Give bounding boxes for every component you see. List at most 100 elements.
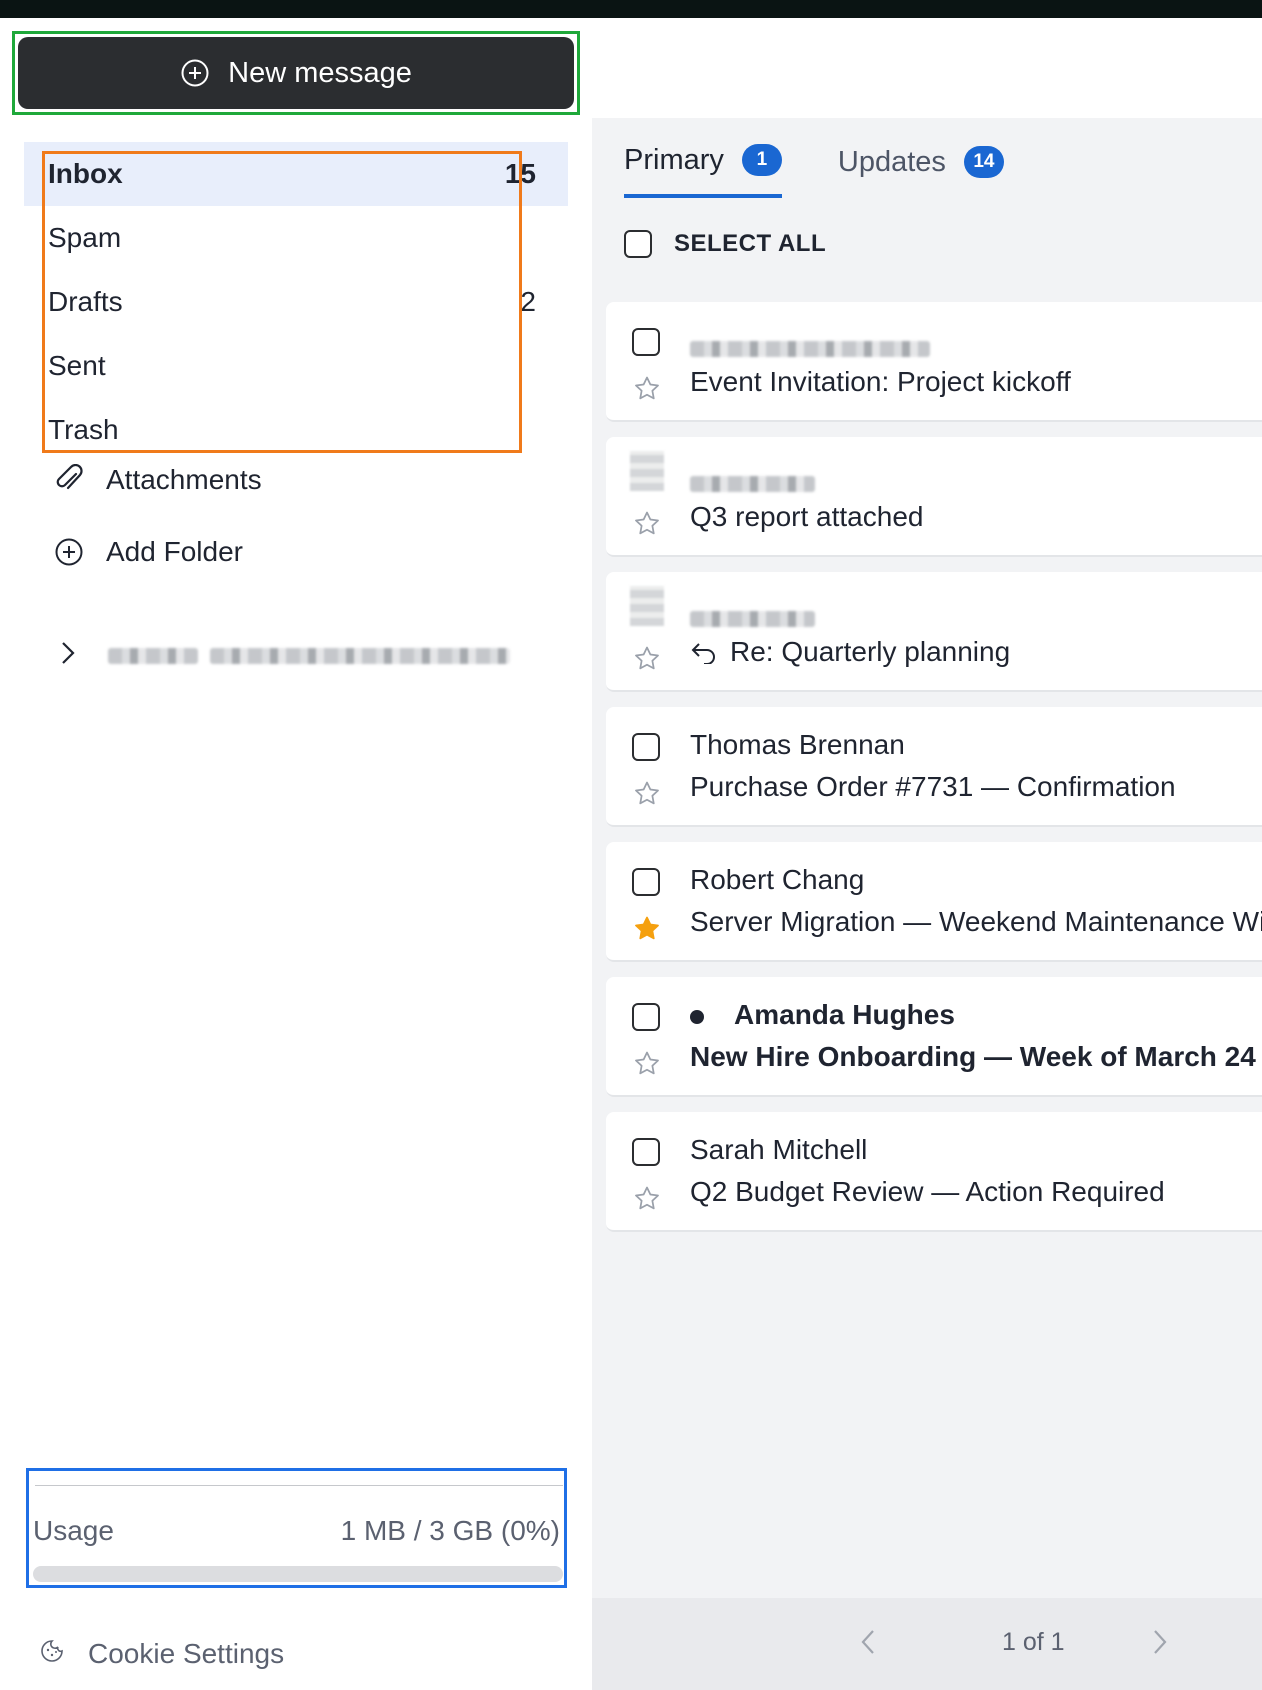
usage-panel: Usage 1 MB / 3 GB (0%) bbox=[26, 1468, 567, 1588]
new-message-label: New message bbox=[228, 56, 412, 89]
folder-label: Spam bbox=[48, 222, 122, 253]
subject-text: Server Migration — Weekend Maintenance W… bbox=[690, 906, 1262, 937]
folder-sent[interactable]: Sent bbox=[24, 334, 568, 398]
message-row[interactable]: Event Invitation: Project kickoff bbox=[606, 302, 1262, 422]
folder-spam[interactable]: Spam bbox=[24, 206, 568, 270]
message-checkbox[interactable] bbox=[632, 733, 660, 761]
chevron-right-icon[interactable] bbox=[60, 640, 76, 671]
select-all-checkbox[interactable] bbox=[624, 230, 652, 258]
tab-primary[interactable]: Primary 1 bbox=[624, 140, 782, 198]
star-icon[interactable] bbox=[632, 914, 662, 949]
message-sender-redacted bbox=[690, 602, 815, 634]
star-icon[interactable] bbox=[632, 1184, 662, 1219]
sender-name: Robert Chang bbox=[690, 864, 865, 895]
folder-inbox[interactable]: Inbox 15 bbox=[24, 142, 568, 206]
subject-text: Purchase Order #7731 — Confirmation bbox=[690, 771, 1176, 802]
tab-label: Primary bbox=[624, 143, 724, 176]
message-subject: Purchase Order #7731 — Confirmation bbox=[690, 771, 1176, 803]
message-checkbox[interactable] bbox=[632, 868, 660, 896]
select-all[interactable]: SELECT ALL bbox=[624, 230, 826, 258]
message-sender-redacted bbox=[690, 332, 930, 364]
message-sender: Sarah Mitchell bbox=[690, 1134, 867, 1166]
tab-count-badge: 1 bbox=[741, 144, 782, 176]
folder-label: Sent bbox=[48, 350, 106, 381]
message-row[interactable]: Amanda Hughes New Hire Onboarding — Week … bbox=[606, 977, 1262, 1097]
folder-label: Drafts bbox=[48, 286, 123, 317]
sender-avatar bbox=[630, 451, 664, 491]
message-subject: Server Migration — Weekend Maintenance W… bbox=[690, 906, 1262, 938]
folder-count: 2 bbox=[520, 286, 536, 317]
usage-value: 1 MB / 3 GB (0%) bbox=[340, 1515, 560, 1546]
message-checkbox[interactable] bbox=[632, 1138, 660, 1166]
mail-tabs: Primary 1 Updates 14 bbox=[624, 140, 1060, 198]
sender-name: Amanda Hughes bbox=[734, 999, 955, 1030]
subject-text: Q3 report attached bbox=[690, 501, 924, 532]
sender-name: Sarah Mitchell bbox=[690, 1134, 868, 1165]
message-subject: Q2 Budget Review — Action Required bbox=[690, 1176, 1165, 1208]
message-subject: Event Invitation: Project kickoff bbox=[690, 366, 1071, 398]
folder-drafts[interactable]: Drafts 2 bbox=[24, 270, 568, 334]
message-sender: Thomas Brennan bbox=[690, 729, 905, 761]
subject-text: Q2 Budget Review — Action Required bbox=[690, 1176, 1165, 1207]
pagination: 1 of 1 bbox=[592, 1598, 1262, 1690]
message-subject: New Hire Onboarding — Week of March 24 bbox=[690, 1041, 1256, 1073]
cookie-icon bbox=[40, 1638, 64, 1670]
sender-avatar bbox=[630, 586, 664, 626]
sender-name: Thomas Brennan bbox=[690, 729, 905, 760]
account-name-redacted bbox=[108, 647, 198, 664]
usage-progress-bar bbox=[33, 1566, 563, 1582]
folder-label: Inbox bbox=[48, 158, 123, 189]
folder-trash[interactable]: Trash bbox=[24, 398, 568, 462]
usage-divider bbox=[35, 1485, 563, 1486]
folder-count: 15 bbox=[504, 158, 536, 189]
star-icon[interactable] bbox=[632, 509, 662, 544]
select-all-label: SELECT ALL bbox=[674, 230, 827, 257]
message-checkbox[interactable] bbox=[632, 1003, 660, 1031]
message-sender: Amanda Hughes bbox=[690, 999, 955, 1031]
tab-updates[interactable]: Updates 14 bbox=[838, 140, 1004, 198]
folder-list: Inbox 15 Spam Drafts 2 Sent Trash bbox=[24, 142, 568, 462]
add-folder-label: Add Folder bbox=[106, 536, 243, 567]
tab-label: Updates bbox=[837, 145, 946, 178]
message-subject: Q3 report attached bbox=[690, 501, 923, 533]
message-checkbox[interactable] bbox=[632, 328, 660, 356]
star-icon[interactable] bbox=[632, 1049, 662, 1084]
subject-text: New Hire Onboarding — Week of March 24 bbox=[690, 1041, 1256, 1072]
chevron-left-icon[interactable] bbox=[860, 1628, 876, 1661]
star-icon[interactable] bbox=[632, 644, 662, 679]
usage-label: Usage bbox=[33, 1515, 114, 1546]
paperclip-icon bbox=[52, 464, 86, 496]
account-row[interactable] bbox=[60, 640, 510, 671]
message-row[interactable]: Sarah Mitchell Q2 Budget Review — Action … bbox=[606, 1112, 1262, 1232]
account-email-redacted bbox=[210, 647, 510, 664]
message-sender-redacted bbox=[690, 467, 815, 499]
unread-dot bbox=[690, 1009, 704, 1024]
reply-icon bbox=[690, 640, 718, 664]
page-indicator: 1 of 1 bbox=[1002, 1628, 1065, 1656]
attachments-link[interactable]: Attachments bbox=[52, 464, 262, 496]
add-folder-button[interactable]: Add Folder bbox=[52, 536, 243, 568]
top-bar bbox=[0, 0, 1262, 18]
plus-circle-icon bbox=[181, 59, 209, 87]
chevron-right-icon[interactable] bbox=[1152, 1628, 1168, 1661]
message-row[interactable]: Thomas Brennan Purchase Order #7731 — Con… bbox=[606, 707, 1262, 827]
message-row[interactable]: Q3 report attached bbox=[606, 437, 1262, 557]
message-subject: Re: Quarterly planning bbox=[690, 636, 1010, 668]
star-icon[interactable] bbox=[632, 374, 662, 409]
new-message-highlight: New message bbox=[12, 31, 580, 115]
cookie-settings-label: Cookie Settings bbox=[88, 1638, 285, 1669]
message-row[interactable]: Re: Quarterly planning bbox=[606, 572, 1262, 692]
tab-count-badge: 14 bbox=[963, 146, 1004, 178]
cookie-settings-link[interactable]: Cookie Settings bbox=[40, 1638, 284, 1670]
attachments-label: Attachments bbox=[106, 464, 262, 495]
folder-label: Trash bbox=[48, 414, 119, 445]
new-message-button[interactable]: New message bbox=[18, 37, 574, 109]
message-list: Event Invitation: Project kickoff Q3 repo… bbox=[606, 302, 1262, 1247]
star-icon[interactable] bbox=[632, 779, 662, 814]
plus-circle-icon bbox=[52, 537, 86, 567]
subject-text: Re: Quarterly planning bbox=[730, 636, 1011, 667]
sidebar: New message Inbox 15 Spam Drafts 2 Sent … bbox=[0, 18, 590, 1690]
message-row[interactable]: Robert Chang Server Migration — Weekend M… bbox=[606, 842, 1262, 962]
subject-text: Event Invitation: Project kickoff bbox=[690, 366, 1071, 397]
message-sender: Robert Chang bbox=[690, 864, 864, 896]
